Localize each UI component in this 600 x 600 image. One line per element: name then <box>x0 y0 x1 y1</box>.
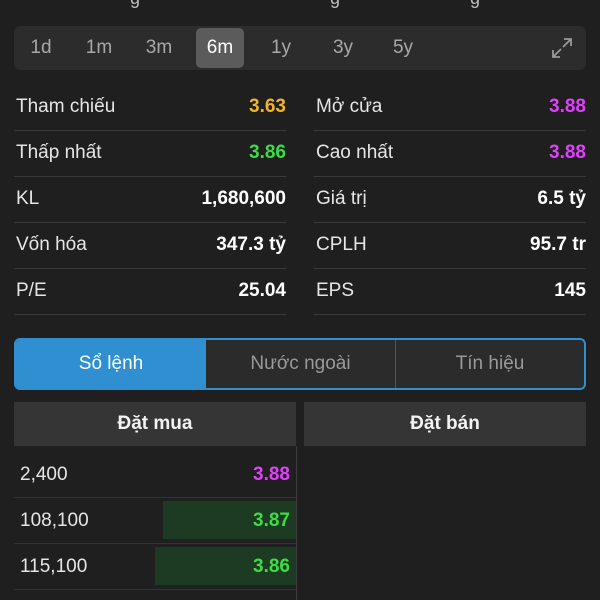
stat-low: Thấp nhất 3.86 <box>14 130 286 177</box>
period-1d[interactable]: 1d <box>18 26 64 70</box>
period-3y[interactable]: 3y <box>320 26 366 70</box>
period-selector: 1d 1m 3m 6m 1y 3y 5y <box>14 26 586 70</box>
period-5y[interactable]: 5y <box>380 26 426 70</box>
order-price: 3.87 <box>253 510 290 531</box>
period-1m[interactable]: 1m <box>76 26 122 70</box>
period-1y[interactable]: 1y <box>258 26 304 70</box>
stat-high: Cao nhất 3.88 <box>314 130 586 177</box>
tab-signals[interactable]: Tín hiệu <box>396 340 584 388</box>
tab-order-book[interactable]: Sổ lệnh <box>16 340 206 388</box>
stats-row: P/E 25.04 EPS 145 <box>14 268 586 315</box>
stat-value: 3.88 <box>549 96 586 117</box>
stat-value: 25.04 <box>238 280 286 301</box>
period-3m[interactable]: 3m <box>136 26 182 70</box>
stat-value: 145 <box>554 280 586 301</box>
stat-label: Cao nhất <box>316 142 394 163</box>
expand-icon[interactable] <box>550 36 574 60</box>
order-price: 3.86 <box>253 556 290 577</box>
stat-label: Vốn hóa <box>16 234 87 255</box>
stat-value-traded: Giá trị 6.5 tỷ <box>314 176 586 223</box>
order-tabs: Sổ lệnh Nước ngoài Tín hiệu <box>14 338 586 390</box>
stat-eps: EPS 145 <box>314 268 586 315</box>
order-price: 3.88 <box>253 464 290 485</box>
clipped-header-text: ggg <box>0 0 600 10</box>
stat-label: KL <box>16 188 40 209</box>
stat-value: 347.3 tỷ <box>216 234 286 255</box>
stat-value: 3.86 <box>249 142 286 163</box>
stat-market-cap: Vốn hóa 347.3 tỷ <box>14 222 286 269</box>
stat-open: Mở cửa 3.88 <box>314 84 586 131</box>
stat-label: Mở cửa <box>316 96 383 117</box>
stat-label: EPS <box>316 280 355 301</box>
stat-value: 3.63 <box>249 96 286 117</box>
stat-reference: Tham chiếu 3.63 <box>14 84 286 131</box>
stat-label: CPLH <box>316 234 367 255</box>
tab-foreign[interactable]: Nước ngoài <box>206 340 396 388</box>
stats-row: Vốn hóa 347.3 tỷ CPLH 95.7 tr <box>14 222 586 269</box>
stat-value: 95.7 tr <box>530 234 586 255</box>
stat-value: 6.5 tỷ <box>537 188 586 209</box>
stat-value: 3.88 <box>549 142 586 163</box>
buy-order-row[interactable]: 115,100 3.86 <box>14 543 296 590</box>
stats-row: Tham chiếu 3.63 Mở cửa 3.88 <box>14 84 586 131</box>
stat-label: P/E <box>16 280 47 301</box>
stat-value: 1,680,600 <box>201 188 286 209</box>
stats-row: KL 1,680,600 Giá trị 6.5 tỷ <box>14 176 586 223</box>
period-6m[interactable]: 6m <box>196 28 244 68</box>
stat-volume: KL 1,680,600 <box>14 176 286 223</box>
stats-row: Thấp nhất 3.86 Cao nhất 3.88 <box>14 130 586 177</box>
buy-header: Đặt mua <box>14 402 296 446</box>
sell-header: Đặt bán <box>304 402 586 446</box>
order-volume: 108,100 <box>20 510 89 531</box>
stat-outstanding-shares: CPLH 95.7 tr <box>314 222 586 269</box>
order-volume: 115,100 <box>20 556 88 577</box>
order-book-divider <box>296 446 297 600</box>
stat-label: Tham chiếu <box>16 96 116 117</box>
buy-order-row[interactable]: 108,100 3.87 <box>14 497 296 544</box>
stat-label: Thấp nhất <box>16 142 102 163</box>
order-volume: 2,400 <box>20 464 68 485</box>
buy-order-row[interactable]: 2,400 3.88 <box>14 451 296 498</box>
stat-label: Giá trị <box>316 188 367 209</box>
stat-pe: P/E 25.04 <box>14 268 286 315</box>
